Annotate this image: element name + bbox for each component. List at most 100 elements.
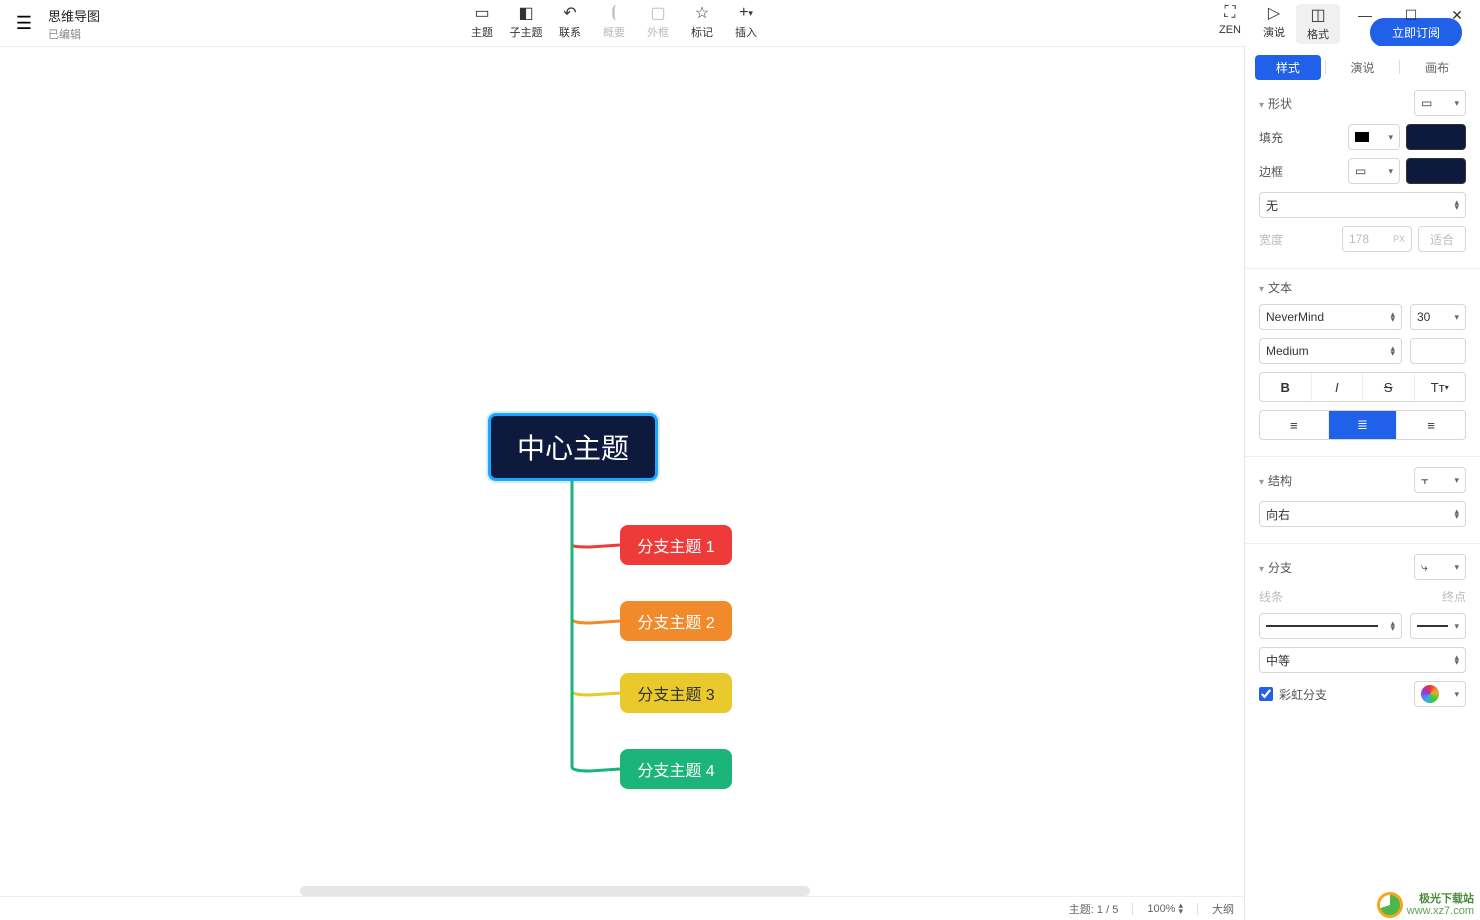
boundary-button: ▢外框 bbox=[636, 4, 680, 40]
close-button[interactable]: ✕ bbox=[1434, 0, 1480, 30]
branch-node[interactable]: 分支主题 4 bbox=[620, 749, 732, 789]
present-icon: ▷ bbox=[1268, 4, 1280, 22]
font-family-select[interactable]: NeverMind▴▾ bbox=[1259, 304, 1402, 330]
topic-icon: ▭ bbox=[474, 4, 489, 22]
stepper-icon: ▴▾ bbox=[1454, 655, 1459, 666]
fill-style-picker[interactable]: ▾ bbox=[1348, 124, 1400, 150]
title-bar: ☰ 思维导图 已编辑 ▭主题 ◧子主题 ↶联系 ⦗概要 ▢外框 ☆标记 +▾插入… bbox=[0, 0, 1480, 46]
chevron-down-icon: ▾ bbox=[1259, 564, 1264, 575]
window-controls: — ☐ ✕ bbox=[1342, 0, 1480, 30]
zoom-stepper-icon[interactable]: ▴▾ bbox=[1178, 903, 1183, 914]
italic-button[interactable]: I bbox=[1312, 373, 1364, 401]
center-topic-node[interactable]: 中心主题 bbox=[488, 413, 658, 481]
document-title: 思维导图 bbox=[48, 6, 100, 25]
present-button[interactable]: ▷演说 bbox=[1252, 4, 1296, 44]
summary-icon: ⦗ bbox=[611, 4, 616, 22]
rainbow-branch-checkbox[interactable] bbox=[1259, 687, 1273, 701]
menu-button[interactable]: ☰ bbox=[0, 0, 48, 46]
section-head-branch[interactable]: ▾分支 ⤷▾ bbox=[1259, 554, 1466, 580]
fill-color-swatch[interactable] bbox=[1406, 124, 1466, 150]
section-head-text[interactable]: ▾文本 bbox=[1259, 279, 1466, 296]
font-size-select[interactable]: 30▾ bbox=[1410, 304, 1466, 330]
align-right-button[interactable]: ≡ bbox=[1397, 411, 1465, 439]
line-style-picker[interactable]: ▴▾ bbox=[1259, 613, 1402, 639]
border-color-swatch[interactable] bbox=[1406, 158, 1466, 184]
tab-style[interactable]: 样式 bbox=[1255, 55, 1321, 80]
zen-button[interactable]: ⛶ZEN bbox=[1208, 4, 1252, 44]
fill-label: 填充 bbox=[1259, 129, 1283, 146]
align-center-button[interactable]: ≣ bbox=[1329, 411, 1398, 439]
line-width-select[interactable]: 中等▴▾ bbox=[1259, 647, 1466, 673]
relation-button[interactable]: ↶联系 bbox=[548, 4, 592, 40]
section-branch: ▾分支 ⤷▾ 线条 终点 ▴▾ ▾ 中等▴▾ 彩虹分支 ▾ bbox=[1245, 544, 1480, 723]
width-input: 178PX bbox=[1342, 226, 1412, 252]
stepper-icon: ▴▾ bbox=[1454, 509, 1459, 520]
subtopic-button[interactable]: ◧子主题 bbox=[504, 4, 548, 40]
marker-button[interactable]: ☆标记 bbox=[680, 4, 724, 40]
chevron-down-icon: ▾ bbox=[1454, 621, 1459, 632]
chevron-down-icon: ▾ bbox=[1454, 689, 1459, 700]
chevron-down-icon: ▾ bbox=[1259, 100, 1264, 111]
stepper-icon: ▴▾ bbox=[1390, 312, 1395, 323]
width-fit-button: 适合 bbox=[1418, 226, 1466, 252]
section-text: ▾文本 NeverMind▴▾ 30▾ Medium▴▾ B I S Tт ▾ bbox=[1245, 269, 1480, 457]
tab-present[interactable]: 演说 bbox=[1330, 55, 1396, 80]
section-structure: ▾结构 ⫟▾ 向右▴▾ bbox=[1245, 457, 1480, 544]
insert-button[interactable]: +▾插入 bbox=[724, 4, 768, 40]
structure-icon: ⫟ bbox=[1421, 473, 1428, 488]
format-button[interactable]: ◫格式 bbox=[1296, 4, 1340, 44]
section-head-shape[interactable]: ▾形状 ▭▾ bbox=[1259, 90, 1466, 116]
structure-type-picker[interactable]: ⫟▾ bbox=[1414, 467, 1466, 493]
border-none-select[interactable]: 无▴▾ bbox=[1259, 192, 1466, 218]
format-icon: ◫ bbox=[1310, 6, 1325, 24]
font-weight-select[interactable]: Medium▴▾ bbox=[1259, 338, 1402, 364]
align-left-button[interactable]: ≡ bbox=[1260, 411, 1329, 439]
border-style-picker[interactable]: ▭▾ bbox=[1348, 158, 1400, 184]
strike-button[interactable]: S bbox=[1363, 373, 1415, 401]
line-end-picker[interactable]: ▾ bbox=[1410, 613, 1466, 639]
zen-icon: ⛶ bbox=[1224, 4, 1235, 22]
chevron-down-icon: ▾ bbox=[1454, 98, 1459, 109]
maximize-button[interactable]: ☐ bbox=[1388, 0, 1434, 30]
boundary-icon: ▢ bbox=[650, 4, 665, 22]
summary-button: ⦗概要 bbox=[592, 4, 636, 40]
curve-icon: ⤷ bbox=[1421, 560, 1428, 575]
rainbow-color-picker[interactable]: ▾ bbox=[1414, 681, 1466, 707]
workspace: 中心主题 分支主题 1 分支主题 2 分支主题 3 分支主题 4 主题: 1 /… bbox=[0, 46, 1480, 920]
horizontal-scrollbar[interactable] bbox=[300, 886, 810, 896]
status-separator bbox=[1132, 903, 1133, 915]
chevron-down-icon: ▾ bbox=[1454, 562, 1459, 573]
stepper-icon: ▴▾ bbox=[1390, 346, 1395, 357]
font-color-swatch[interactable] bbox=[1410, 338, 1466, 364]
insert-icon: +▾ bbox=[739, 4, 753, 22]
branch-node[interactable]: 分支主题 3 bbox=[620, 673, 732, 713]
document-info: 思维导图 已编辑 bbox=[48, 0, 100, 42]
chevron-down-icon: ▾ bbox=[1259, 284, 1264, 295]
relation-icon: ↶ bbox=[563, 4, 576, 22]
document-status: 已编辑 bbox=[48, 26, 100, 42]
canvas[interactable]: 中心主题 分支主题 1 分支主题 2 分支主题 3 分支主题 4 主题: 1 /… bbox=[0, 46, 1244, 920]
structure-direction-select[interactable]: 向右▴▾ bbox=[1259, 501, 1466, 527]
topic-button[interactable]: ▭主题 bbox=[460, 4, 504, 40]
bold-button[interactable]: B bbox=[1260, 373, 1312, 401]
end-label: 终点 bbox=[1442, 588, 1466, 605]
branch-node[interactable]: 分支主题 2 bbox=[620, 601, 732, 641]
tab-canvas[interactable]: 画布 bbox=[1404, 55, 1470, 80]
chevron-down-icon: ▾ bbox=[1388, 132, 1393, 143]
border-label: 边框 bbox=[1259, 163, 1283, 180]
shape-picker[interactable]: ▭▾ bbox=[1414, 90, 1466, 116]
section-head-structure[interactable]: ▾结构 ⫟▾ bbox=[1259, 467, 1466, 493]
section-shape: ▾形状 ▭▾ 填充 ▾ 边框 ▭▾ 无▴▾ 宽度 bbox=[1245, 80, 1480, 269]
text-case-button[interactable]: Tт ▾ bbox=[1415, 373, 1466, 401]
branch-node[interactable]: 分支主题 1 bbox=[620, 525, 732, 565]
zoom-control[interactable]: 100% ▴▾ bbox=[1147, 903, 1183, 915]
outline-button[interactable]: 大纲 bbox=[1212, 901, 1234, 917]
minimize-button[interactable]: — bbox=[1342, 0, 1388, 30]
branch-line-shape-picker[interactable]: ⤷▾ bbox=[1414, 554, 1466, 580]
line-label: 线条 bbox=[1259, 588, 1283, 605]
chevron-down-icon: ▾ bbox=[1454, 475, 1459, 486]
marker-icon: ☆ bbox=[695, 4, 709, 22]
connectors bbox=[0, 47, 1244, 920]
width-label: 宽度 bbox=[1259, 231, 1283, 248]
rounded-rect-icon: ▭ bbox=[1355, 164, 1366, 178]
